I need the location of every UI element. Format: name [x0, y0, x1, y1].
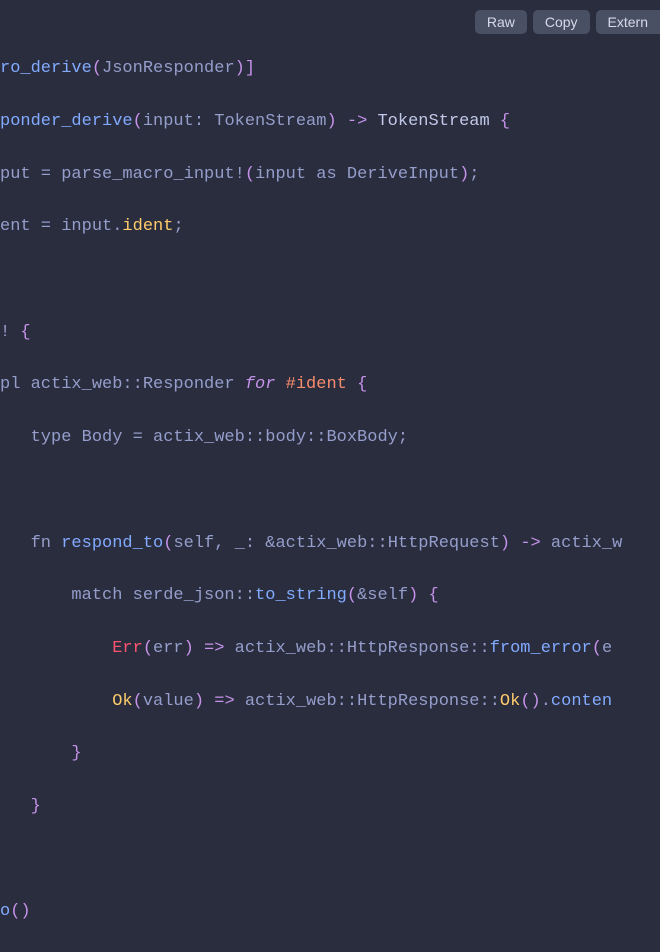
raw-button[interactable]: Raw — [475, 10, 527, 34]
code-token: actix_w — [541, 534, 623, 553]
code-token: => — [204, 639, 224, 658]
code-token — [0, 797, 31, 816]
code-line: Ok(value) => actix_web::HttpResponse::Ok… — [0, 689, 660, 715]
code-token: ) — [235, 59, 245, 78]
code-token: ponder_derive — [0, 112, 133, 131]
code-token: value — [143, 692, 194, 711]
code-block: ro_derive(JsonResponder)] ponder_derive(… — [0, 0, 660, 952]
code-token: ( — [143, 639, 153, 658]
code-token: ( — [92, 59, 102, 78]
code-token: ent = input. — [0, 217, 122, 236]
code-token: from_error — [490, 639, 592, 658]
code-token: #ident — [286, 375, 347, 394]
code-token: ) — [459, 165, 469, 184]
code-token: ( — [347, 586, 357, 605]
code-line: } — [0, 794, 660, 820]
code-token: () — [10, 902, 30, 921]
code-token: err — [153, 639, 184, 658]
code-token: Ok — [500, 692, 520, 711]
code-token: actix_web::HttpResponse:: — [235, 692, 500, 711]
code-token: Err — [112, 639, 143, 658]
code-token: ( — [245, 165, 255, 184]
code-line: ponder_derive(input: TokenStream) -> Tok… — [0, 109, 660, 135]
code-token: ident — [122, 217, 173, 236]
code-token — [0, 744, 71, 763]
code-token: ( — [163, 534, 173, 553]
code-token: } — [31, 797, 41, 816]
code-token: to_string — [255, 586, 347, 605]
code-token: -> — [347, 112, 367, 131]
code-line: Err(err) => actix_web::HttpResponse::fro… — [0, 636, 660, 662]
code-token: e — [602, 639, 612, 658]
code-token: { — [20, 323, 30, 342]
code-token: TokenStream — [367, 112, 500, 131]
code-token: put = parse_macro_input! — [0, 165, 245, 184]
code-token: type Body = actix_web::body::BoxBody; — [0, 428, 408, 447]
code-token: -> — [520, 534, 540, 553]
code-line: fn respond_to(self, _: &actix_web::HttpR… — [0, 531, 660, 557]
code-token: input as DeriveInput — [255, 165, 459, 184]
code-token: { — [429, 586, 439, 605]
code-token: ) — [194, 692, 204, 711]
code-token: . — [541, 692, 551, 711]
code-line: ro_derive(JsonResponder)] — [0, 56, 660, 82]
extern-button[interactable]: Extern — [596, 10, 660, 34]
code-token: self, _: &actix_web::HttpRequest — [173, 534, 499, 553]
code-token: conten — [551, 692, 612, 711]
code-token: ) — [408, 586, 418, 605]
code-token: for — [245, 375, 276, 394]
code-line — [0, 847, 660, 873]
code-token: ) — [500, 534, 510, 553]
code-line — [0, 267, 660, 293]
copy-button[interactable]: Copy — [533, 10, 590, 34]
code-token: match serde_json:: — [0, 586, 255, 605]
code-token: ro_derive — [0, 59, 92, 78]
code-token: { — [500, 112, 510, 131]
code-token: => — [214, 692, 234, 711]
code-token: &self — [357, 586, 408, 605]
code-token: () — [520, 692, 540, 711]
code-line: put = parse_macro_input!(input as Derive… — [0, 162, 660, 188]
code-token: ( — [133, 112, 143, 131]
code-token — [275, 375, 285, 394]
code-line: type Body = actix_web::body::BoxBody; — [0, 425, 660, 451]
code-token: Ok — [112, 692, 132, 711]
code-token: JsonResponder — [102, 59, 235, 78]
code-token: o — [0, 902, 10, 921]
code-token: { — [347, 375, 367, 394]
code-token: input: TokenStream — [143, 112, 327, 131]
code-token: ( — [133, 692, 143, 711]
code-token: ] — [245, 59, 255, 78]
code-token: } — [71, 744, 81, 763]
code-toolbar: Raw Copy Extern — [475, 10, 660, 34]
code-token: ; — [469, 165, 479, 184]
code-line: } — [0, 741, 660, 767]
code-line: o() — [0, 899, 660, 925]
code-token: ) — [326, 112, 336, 131]
code-token: fn — [0, 534, 61, 553]
code-token: actix_web::HttpResponse:: — [224, 639, 489, 658]
code-line: ! { — [0, 320, 660, 346]
code-line — [0, 478, 660, 504]
code-line: pl actix_web::Responder for #ident { — [0, 372, 660, 398]
code-token: ! — [0, 323, 20, 342]
code-line: ent = input.ident; — [0, 214, 660, 240]
code-line: match serde_json::to_string(&self) { — [0, 583, 660, 609]
code-token: ) — [184, 639, 194, 658]
code-token: ( — [592, 639, 602, 658]
code-token: ; — [173, 217, 183, 236]
code-token: pl actix_web::Responder — [0, 375, 245, 394]
code-token: respond_to — [61, 534, 163, 553]
code-token — [0, 692, 112, 711]
code-token — [0, 639, 112, 658]
